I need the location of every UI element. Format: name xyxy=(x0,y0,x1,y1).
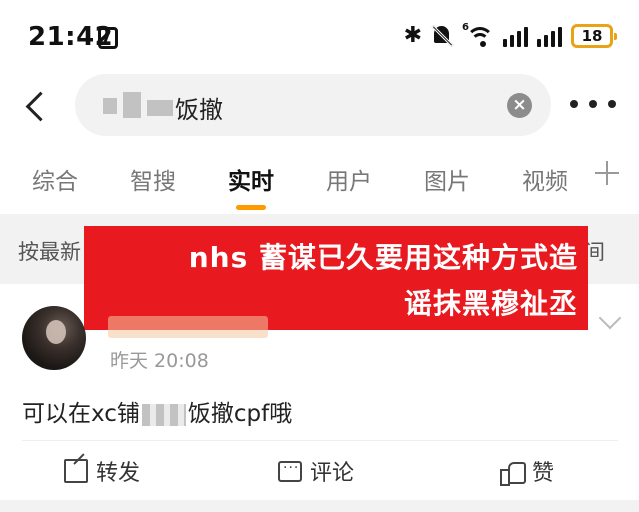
like-label: 赞 xyxy=(532,461,555,486)
add-tab-icon[interactable] xyxy=(594,160,620,186)
nfc-icon xyxy=(98,27,118,49)
avatar[interactable] xyxy=(22,306,86,370)
thumbs-up-icon xyxy=(500,459,526,486)
like-button[interactable]: 赞 xyxy=(500,454,554,488)
bluetooth-icon: ✱ xyxy=(403,23,422,48)
mute-icon xyxy=(431,24,454,48)
tab-realtime[interactable]: 实时 xyxy=(228,162,274,196)
tab-users[interactable]: 用户 xyxy=(326,162,372,196)
post-text-redacted xyxy=(141,403,186,426)
tab-videos[interactable]: 视频 xyxy=(522,162,568,196)
chevron-down-icon[interactable] xyxy=(598,310,620,332)
battery-icon: 18 xyxy=(571,24,617,48)
signal-icon xyxy=(537,25,562,47)
share-button[interactable]: 转发 xyxy=(64,454,140,488)
post-text[interactable]: 可以在xc铺 饭撤cpf哦 xyxy=(22,394,292,428)
post-text-part-1: 可以在xc铺 xyxy=(22,401,140,427)
status-icons: ✱ 6 18 xyxy=(403,22,617,48)
tab-images[interactable]: 图片 xyxy=(424,162,470,196)
active-tab-indicator xyxy=(236,205,266,210)
search-query-text: 饭撤 xyxy=(175,96,223,124)
sort-latest-option[interactable]: 按最新 xyxy=(18,236,81,266)
overlay-caption-line-2: 谣抹黑穆祉丞 xyxy=(403,287,578,320)
feed-separator xyxy=(0,500,639,512)
wifi-6-icon: 6 xyxy=(462,22,494,48)
comment-button[interactable]: 评论 xyxy=(278,454,354,488)
comment-icon xyxy=(278,456,302,482)
comment-label: 评论 xyxy=(310,461,355,486)
post-timestamp: 昨天 20:08 xyxy=(110,350,209,372)
more-options-button[interactable] xyxy=(570,92,616,116)
tab-smart-search[interactable]: 智搜 xyxy=(130,162,176,196)
overlay-caption: nhs 蓄谋已久要用这种方式造 谣抹黑穆祉丞 xyxy=(84,226,588,330)
divider xyxy=(22,440,618,441)
status-bar: 21:42 ✱ 6 18 xyxy=(0,0,639,78)
search-query-redacted xyxy=(103,92,175,118)
post-text-part-2: 饭撤cpf哦 xyxy=(187,401,293,427)
username-redacted[interactable] xyxy=(108,316,268,338)
signal-icon xyxy=(503,25,528,47)
tab-bar: 综合 智搜 实时 用户 图片 视频 xyxy=(0,156,639,212)
clear-search-button[interactable]: × xyxy=(507,93,532,118)
search-input[interactable]: 饭撤 × xyxy=(75,74,551,136)
overlay-caption-line-1: nhs 蓄谋已久要用这种方式造 xyxy=(188,241,578,274)
share-label: 转发 xyxy=(96,461,141,486)
back-button[interactable] xyxy=(20,86,60,126)
share-icon xyxy=(64,459,88,483)
tab-general[interactable]: 综合 xyxy=(32,162,78,196)
